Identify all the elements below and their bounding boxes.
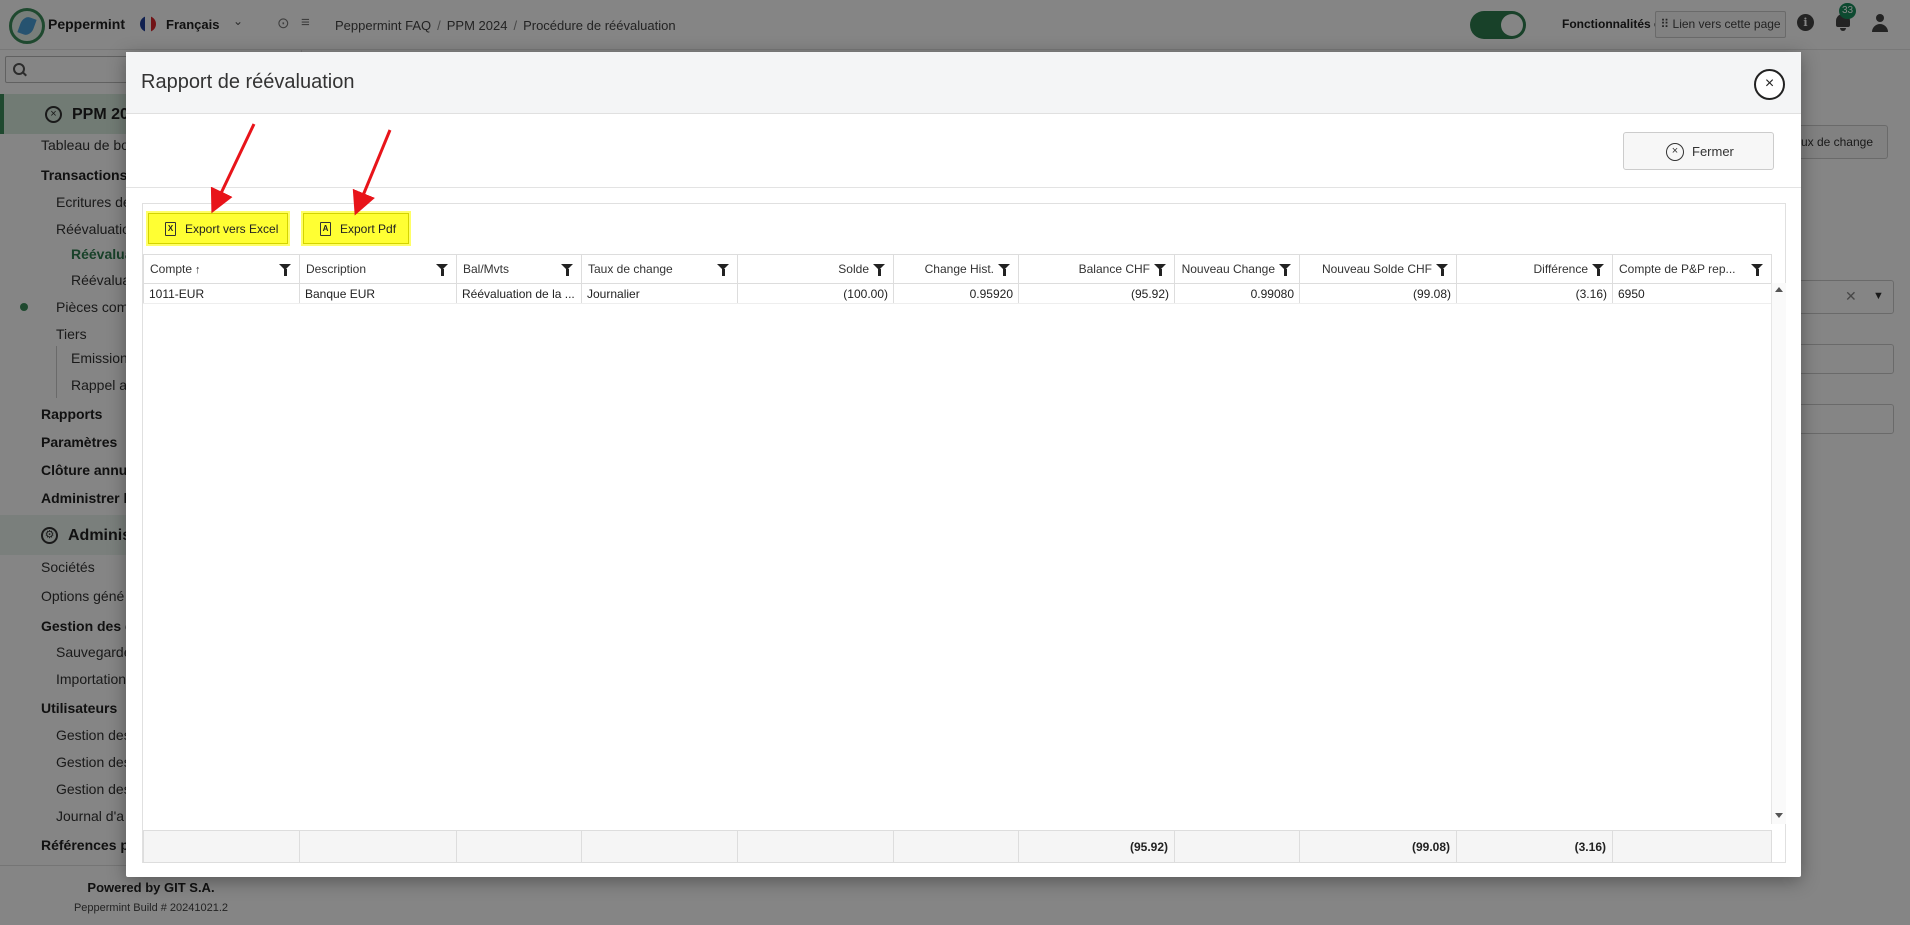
arrow-to-excel: [210, 123, 256, 214]
annotation-arrows: [210, 123, 392, 216]
arrow-to-pdf: [352, 129, 392, 216]
